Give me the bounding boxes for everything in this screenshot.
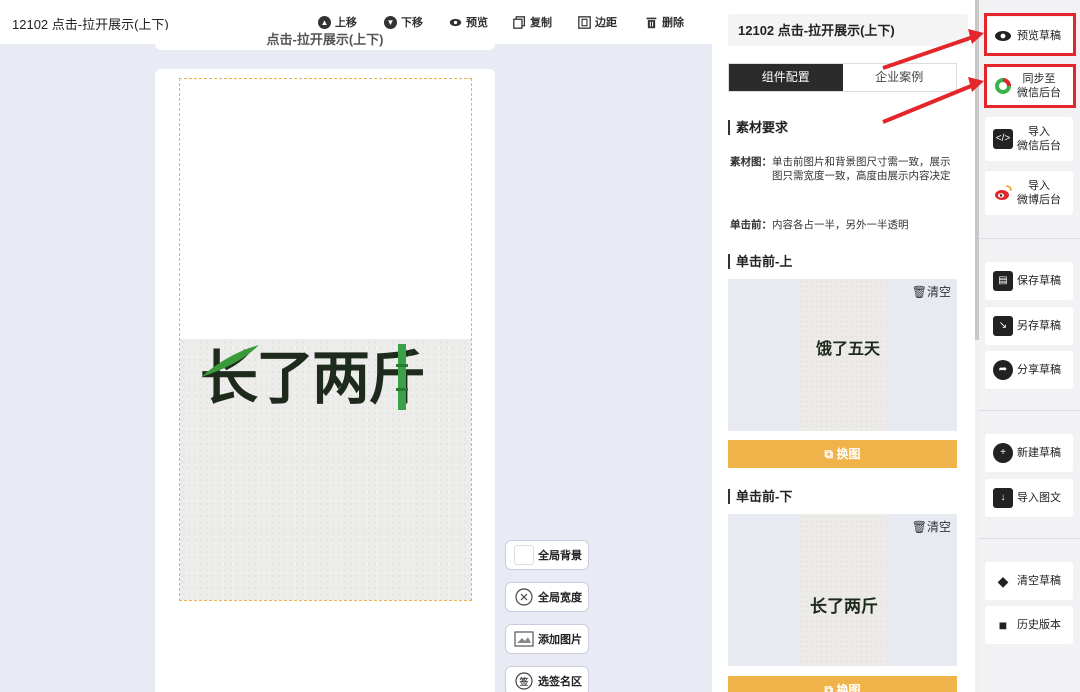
lower-clear-button[interactable]: 🗑清空 [912,518,951,535]
move-up-label: 上移 [335,17,357,29]
copy-label: 复制 [530,17,552,29]
code-icon: </> [993,129,1013,149]
white-swatch-icon [514,545,534,565]
save-draft-button[interactable]: ▤ 保存草稿 [985,262,1073,300]
global-width-label: 全局宽度 [538,592,582,604]
margin-button[interactable]: 边距 [578,14,617,30]
save-as-draft-button[interactable]: ↘ 另存草稿 [985,307,1073,345]
trash-icon: 🗑 [911,285,927,299]
lower-swap-image-button[interactable]: ⧉ 换图 [728,676,957,692]
previous-component-header: 点击-拉开展示(上下) [155,30,495,50]
preview-button[interactable]: 预览 [449,14,488,30]
move-down-button[interactable]: ▼ 下移 [384,14,423,30]
upper-image-preview: 饿了五天 🗑清空 [728,279,957,431]
highlight-preview-draft [984,13,1076,56]
copy-button[interactable]: 复制 [513,14,552,30]
lower-clear-label: 清空 [926,520,951,534]
lower-image-thumbnail [799,514,885,666]
lower-swap-label: 换图 [836,683,861,692]
import-wechat-button[interactable]: </> 导入 微信后台 [985,117,1073,161]
add-image-label: 添加图片 [538,634,582,646]
save-icon: ▤ [993,271,1013,291]
delete-label: 删除 [662,17,684,29]
save-as-label: 另存草稿 [1017,320,1061,332]
image-icon [514,631,534,647]
margin-label: 边距 [595,17,617,29]
new-draft-label: 新建草稿 [1017,447,1061,459]
swap-image-icon: ⧉ [824,683,837,692]
rail-divider [979,538,1080,539]
share-draft-button[interactable]: ➦ 分享草稿 [985,351,1073,389]
move-up-button[interactable]: ▲ 上移 [318,14,357,30]
material-requirements-title: 素材要求 [728,120,788,135]
highlight-sync-wechat [984,64,1076,108]
margin-icon [578,15,591,29]
import-article-label: 导入图文 [1017,492,1061,504]
rail-divider [979,410,1080,411]
share-draft-label: 分享草稿 [1017,364,1061,376]
lower-image-preview: 长了两斤 🗑清空 [728,514,957,666]
import-weibo-label: 导入 微博后台 [1017,180,1061,206]
trash-icon: 🗑 [911,520,927,534]
trash-icon [646,17,657,28]
tab-component-config[interactable]: 组件配置 [729,64,843,91]
rail-divider [979,238,1080,239]
history-version-label: 历史版本 [1017,619,1061,631]
selected-component-outline[interactable] [179,78,472,601]
upper-section-title: 单击前-上 [728,254,792,269]
arrow-up-icon: ▲ [318,15,331,29]
global-width-button[interactable]: 全局宽度 [505,582,589,612]
upper-swap-image-button[interactable]: ⧉ 换图 [728,440,957,468]
annotation-arrows [882,29,984,124]
weibo-icon [995,185,1012,200]
material-text: 单击前图片和背景图尺寸需一致，展示图只需宽度一致，高度由展示内容决定 [772,156,951,182]
video-camera-icon: ■ [998,617,1008,633]
upper-clear-button[interactable]: 🗑清空 [912,283,951,300]
delete-button[interactable]: 删除 [645,14,684,30]
signature-icon: 签 [515,672,533,690]
preview-label: 预览 [466,17,488,29]
upper-swap-label: 换图 [836,447,861,461]
move-down-label: 下移 [401,17,423,29]
swap-image-icon: ⧉ [824,447,837,461]
copy-icon [513,15,526,29]
before-key: 单击前： [730,219,772,231]
import-article-button[interactable]: ↓ 导入图文 [985,479,1073,517]
eye-icon [449,18,462,26]
global-background-button[interactable]: 全局背景 [505,540,589,570]
eraser-icon: ◆ [997,573,1009,589]
upper-clear-label: 清空 [926,285,951,299]
save-as-icon: ↘ [993,316,1013,336]
before-click-requirement-row: 单击前： 内容各占一半，另外一半透明 [730,218,958,232]
arrow-down-icon: ▼ [384,15,397,29]
upper-image-text: 饿了五天 [816,339,881,358]
plus-icon: + [993,443,1013,463]
history-version-button[interactable]: ■ 历史版本 [985,606,1073,644]
import-weibo-button[interactable]: 导入 微博后台 [985,171,1073,215]
sign-area-button[interactable]: 签 选签名区 [505,666,589,692]
save-draft-label: 保存草稿 [1017,275,1061,287]
import-wechat-label: 导入 微信后台 [1017,126,1061,152]
lower-image-text: 长了两斤 [810,597,878,617]
global-background-label: 全局背景 [538,550,582,562]
sign-area-label: 选签名区 [538,676,582,688]
share-icon: ➦ [993,360,1013,380]
download-icon: ↓ [993,488,1013,508]
material-key: 素材图： [730,156,772,168]
svg-text:签: 签 [518,676,529,688]
clear-draft-button[interactable]: ◆ 清空草稿 [985,562,1073,600]
clear-draft-label: 清空草稿 [1017,575,1061,587]
new-draft-button[interactable]: + 新建草稿 [985,434,1073,472]
before-text: 内容各占一半，另外一半透明 [772,219,909,231]
add-image-button[interactable]: 添加图片 [505,624,589,654]
component-title: 12102 点击-拉开展示(上下) [12,17,169,32]
close-circle-icon [515,588,533,606]
material-requirement-row: 素材图： 单击前图片和背景图尺寸需一致，展示图只需宽度一致，高度由展示内容决定 [730,155,958,183]
lower-section-title: 单击前-下 [728,489,792,504]
